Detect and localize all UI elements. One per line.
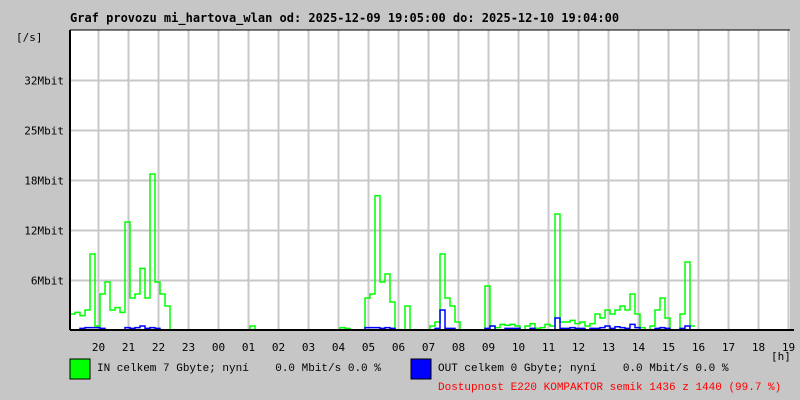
availability-text: Dostupnost E220 KOMPAKTOR semik 1436 z 1… [438,382,781,394]
y-tick-label: 32Mbit [24,75,64,88]
legend-out-swatch [410,358,432,380]
y-tick-label: 25Mbit [24,125,64,138]
legend-in-swatch [69,358,91,380]
x-tick-label: 10 [512,341,525,354]
x-tick-label: 12 [572,341,585,354]
y-tick-label: 18Mbit [24,175,64,188]
x-tick-label: 23 [182,341,195,354]
x-tick-label: 03 [302,341,315,354]
y-tick-label: 12Mbit [24,225,64,238]
x-tick-label: 09 [482,341,495,354]
legend-in-text: IN celkem 7 Gbyte; nyní 0.0 Mbit/s 0.0 % [97,363,381,375]
x-tick-label: 18 [752,341,765,354]
x-tick-label: 11 [542,341,555,354]
chart-title: Graf provozu mi_hartova_wlan od: 2025-12… [70,11,619,26]
x-tick-label: 15 [662,341,675,354]
x-tick-label: 13 [602,341,615,354]
x-tick-label: 08 [452,341,465,354]
x-axis-label: [h] [771,350,791,363]
x-tick-label: 05 [362,341,375,354]
x-tick-label: 22 [152,341,165,354]
x-tick-label: 16 [692,341,705,354]
x-tick-label: 07 [422,341,435,354]
legend-out-text: OUT celkem 0 Gbyte; nyní 0.0 Mbit/s 0.0 … [438,363,729,375]
x-tick-label: 04 [332,341,346,354]
x-tick-label: 02 [272,341,285,354]
x-tick-label: 20 [92,341,105,354]
x-tick-label: 17 [722,341,735,354]
traffic-chart: Graf provozu mi_hartova_wlan od: 2025-12… [0,0,800,400]
x-tick-label: 06 [392,341,405,354]
x-tick-label: 14 [632,341,646,354]
y-tick-label: 6Mbit [31,275,64,288]
x-tick-label: 01 [242,341,255,354]
y-axis-label: [/s] [16,31,43,44]
x-tick-label: 00 [212,341,225,354]
x-tick-label: 21 [122,341,135,354]
